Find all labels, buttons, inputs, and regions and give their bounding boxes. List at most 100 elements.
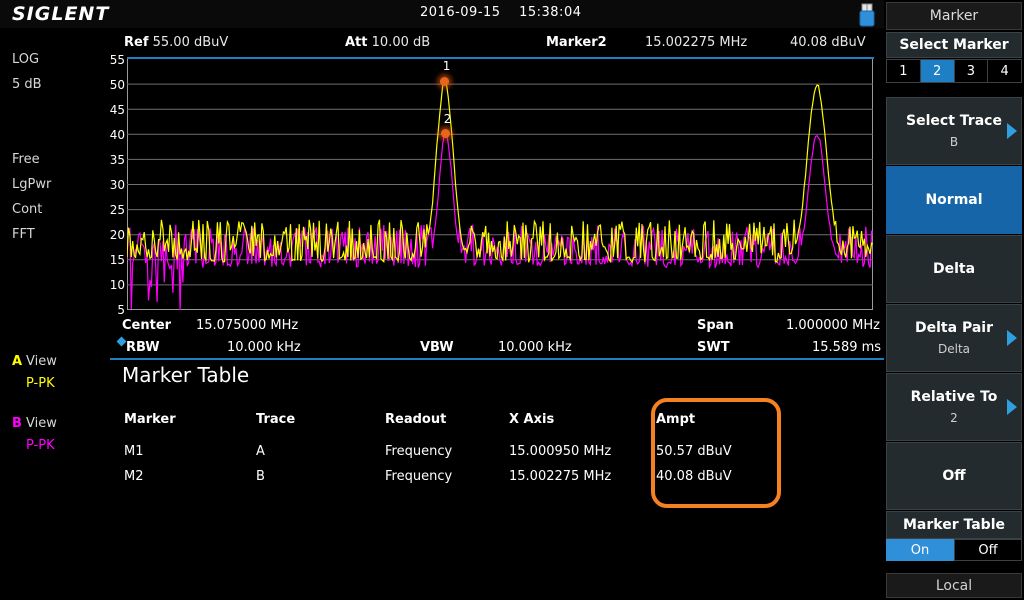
delta-label: Delta bbox=[933, 261, 975, 277]
normal-label: Normal bbox=[925, 192, 982, 208]
toggle-on[interactable]: On bbox=[886, 539, 954, 561]
cell-readout: Frequency bbox=[385, 465, 507, 488]
menu-title: Marker bbox=[886, 2, 1022, 30]
marker-table-label: Marker Table bbox=[903, 517, 1005, 533]
col-trace: Trace bbox=[256, 412, 383, 438]
trace-a-detector: P-PK bbox=[26, 376, 55, 391]
off-label: Off bbox=[942, 468, 965, 484]
softkey-normal[interactable]: Normal bbox=[886, 166, 1022, 234]
col-ampt: Ampt bbox=[656, 412, 860, 438]
softkey-relative-to[interactable]: Relative To 2 bbox=[886, 373, 1022, 441]
softkey-delta[interactable]: Delta bbox=[886, 235, 1022, 303]
y-tick: 25 bbox=[110, 203, 125, 217]
softkey-delta-pair[interactable]: Delta Pair Delta bbox=[886, 304, 1022, 372]
table-header-row: Marker Trace Readout X Axis Ampt bbox=[124, 412, 860, 438]
softkey-select-trace[interactable]: Select Trace B bbox=[886, 97, 1022, 165]
cell-marker: M2 bbox=[124, 465, 254, 488]
cell-ampt: 40.08 dBuV bbox=[656, 465, 860, 488]
cell-marker: M1 bbox=[124, 440, 254, 463]
marker-2-label: 2 bbox=[444, 112, 452, 126]
datetime-display: 2016-09-15 15:38:04 bbox=[420, 5, 581, 20]
chevron-right-icon bbox=[1007, 123, 1017, 139]
rbw-label: RBW bbox=[126, 340, 160, 355]
y-tick: 15 bbox=[110, 253, 125, 267]
marker-readout-freq: 15.002275 MHz bbox=[645, 35, 747, 50]
marker-number-4[interactable]: 4 bbox=[988, 60, 1021, 82]
softkey-off[interactable]: Off bbox=[886, 442, 1022, 510]
relative-to-label: Relative To bbox=[911, 389, 998, 405]
softkey-marker-table[interactable]: Marker Table bbox=[886, 511, 1022, 539]
attenuation-info: Att 10.00 dB bbox=[345, 35, 430, 50]
marker-number-3[interactable]: 3 bbox=[955, 60, 989, 82]
span-value: 1.000000 MHz bbox=[786, 318, 880, 333]
marker-1-dot[interactable] bbox=[440, 77, 449, 86]
vbw-label: VBW bbox=[420, 340, 454, 355]
ref-level-info: Ref 55.00 dBuV bbox=[124, 35, 228, 50]
filter-type-label: FFT bbox=[12, 227, 35, 242]
left-status-sidebar: LOG 5 dB Free LgPwr Cont FFT bbox=[0, 28, 110, 340]
rbw-value: 10.000 kHz bbox=[227, 340, 301, 355]
marker-table-toggle[interactable]: On Off bbox=[886, 539, 1022, 561]
select-marker-label: Select Marker bbox=[899, 37, 1008, 53]
trace-b-detector: P-PK bbox=[26, 438, 55, 453]
table-row[interactable]: M1 A Frequency 15.000950 MHz 50.57 dBuV bbox=[124, 440, 860, 463]
center-label: Center bbox=[122, 318, 171, 333]
time-text: 15:38:04 bbox=[519, 5, 581, 20]
marker-number-1[interactable]: 1 bbox=[887, 60, 921, 82]
trace-plot-area bbox=[127, 59, 873, 310]
cell-x-axis: 15.000950 MHz bbox=[509, 440, 654, 463]
span-label: Span bbox=[697, 318, 734, 333]
parameter-bar: Center 15.075000 MHz Span 1.000000 MHz R… bbox=[0, 312, 884, 356]
local-button[interactable]: Local bbox=[886, 573, 1022, 598]
marker-number-selector[interactable]: 1 2 3 4 bbox=[886, 59, 1022, 83]
spectrum-graph[interactable]: 12 bbox=[127, 59, 873, 310]
y-tick: 50 bbox=[110, 78, 125, 92]
vbw-value: 10.000 kHz bbox=[498, 340, 572, 355]
marker-table-title: Marker Table bbox=[122, 363, 249, 387]
table-row[interactable]: M2 B Frequency 15.002275 MHz 40.08 dBuV bbox=[124, 465, 860, 488]
right-softkey-menu: Marker Select Marker 1 2 3 4 Select Trac… bbox=[884, 0, 1024, 600]
marker-1-label: 1 bbox=[443, 59, 451, 73]
y-tick: 45 bbox=[110, 103, 125, 117]
trace-b-state: View bbox=[26, 416, 57, 431]
usb-drive-icon bbox=[857, 3, 877, 27]
trigger-mode-label: Free bbox=[12, 152, 40, 167]
ref-label: Ref bbox=[124, 35, 148, 50]
marker-readout-ampt: 40.08 dBuV bbox=[790, 35, 866, 50]
y-tick: 30 bbox=[110, 178, 125, 192]
cell-ampt: 50.57 dBuV bbox=[656, 440, 860, 463]
att-label: Att bbox=[345, 35, 368, 50]
top-bar: SIGLENT 2016-09-15 15:38:04 bbox=[0, 0, 884, 28]
marker-readout-label: Marker2 bbox=[546, 35, 607, 50]
trace-a-id: A bbox=[12, 354, 22, 369]
delta-pair-value: Delta bbox=[938, 342, 970, 356]
relative-to-value: 2 bbox=[950, 411, 958, 425]
siglent-logo: SIGLENT bbox=[12, 3, 109, 25]
sweep-mode-label: Cont bbox=[12, 202, 42, 217]
scale-type-label: LOG bbox=[12, 52, 39, 67]
ref-value: 55.00 dBuV bbox=[153, 35, 229, 50]
col-marker: Marker bbox=[124, 412, 254, 438]
trace-a-state: View bbox=[26, 354, 57, 369]
y-tick: 10 bbox=[110, 278, 125, 292]
select-trace-value: B bbox=[950, 135, 958, 149]
delta-pair-label: Delta Pair bbox=[915, 320, 993, 336]
marker-table: Marker Trace Readout X Axis Ampt M1 A Fr… bbox=[122, 410, 862, 490]
chevron-right-icon bbox=[1007, 330, 1017, 346]
toggle-off[interactable]: Off bbox=[954, 539, 1022, 561]
y-tick: 40 bbox=[110, 128, 125, 142]
marker-number-2[interactable]: 2 bbox=[921, 60, 955, 82]
scale-div-label: 5 dB bbox=[12, 77, 42, 92]
y-tick: 35 bbox=[110, 153, 125, 167]
select-trace-label: Select Trace bbox=[906, 113, 1002, 129]
y-tick: 55 bbox=[110, 53, 125, 67]
marker-freq-value: 15.002275 MHz bbox=[645, 35, 747, 50]
col-readout: Readout bbox=[385, 412, 507, 438]
trace-b-id: B bbox=[12, 416, 22, 431]
swt-value: 15.589 ms bbox=[812, 340, 881, 355]
chevron-right-icon bbox=[1007, 399, 1017, 415]
cell-trace: A bbox=[256, 440, 383, 463]
section-divider bbox=[110, 358, 884, 360]
marker-ampt-value: 40.08 dBuV bbox=[790, 35, 866, 50]
softkey-select-marker[interactable]: Select Marker bbox=[886, 32, 1022, 58]
